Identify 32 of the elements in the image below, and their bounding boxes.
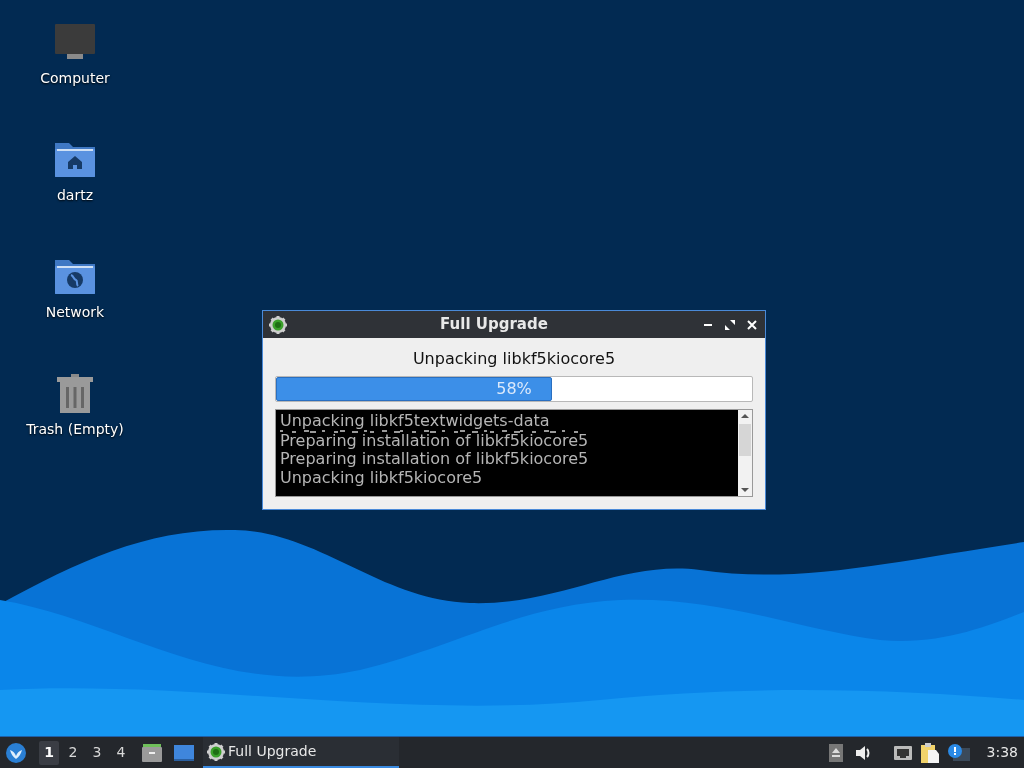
log-line: Preparing installation of libkf5kiocore5: [280, 433, 589, 449]
gear-icon: [269, 315, 287, 334]
scrollbar[interactable]: [738, 410, 752, 496]
desktop-icon-label[interactable]: Trash (Empty): [26, 421, 124, 438]
log-line: Unpacking libkf5kiocore5: [280, 468, 483, 487]
scroll-thumb[interactable]: [739, 424, 751, 456]
log-line: Preparing installation of libkf5kiocore5: [280, 449, 589, 468]
desktop-icon[interactable]: [173, 743, 195, 762]
maximize-button[interactable]: [723, 317, 737, 332]
desktop-icon-label[interactable]: Network: [45, 304, 105, 321]
close-button[interactable]: [745, 317, 759, 332]
workspace-button[interactable]: 1: [39, 740, 59, 765]
desktop-icon-label[interactable]: Computer: [40, 70, 110, 87]
notification-icon[interactable]: [946, 742, 971, 763]
file-cabinet-icon[interactable]: [141, 742, 163, 763]
status-text: Unpacking libkf5kiocore5: [411, 349, 617, 369]
workspace-button[interactable]: 2: [63, 740, 83, 765]
workspace-button[interactable]: 4: [111, 740, 131, 765]
taskbar-task-button[interactable]: Full Upgrade: [203, 737, 399, 768]
desktop-icon-label[interactable]: dartz: [56, 187, 94, 204]
app-menu-icon[interactable]: [5, 741, 27, 764]
progress-percent: 58%: [496, 378, 532, 400]
eject-icon[interactable]: [828, 743, 843, 762]
workspace-button[interactable]: 3: [87, 740, 107, 765]
ethernet-icon[interactable]: [892, 744, 913, 761]
clipboard-icon[interactable]: [918, 741, 941, 764]
window-title: Full Upgrade: [439, 314, 549, 336]
gear-icon: [207, 742, 225, 761]
clock: 3:38: [986, 743, 1018, 762]
log-line: Unpacking libkf5textwidgets-data: [280, 411, 550, 430]
trash-icon[interactable]: [54, 373, 96, 413]
monitor-icon[interactable]: [54, 22, 96, 62]
